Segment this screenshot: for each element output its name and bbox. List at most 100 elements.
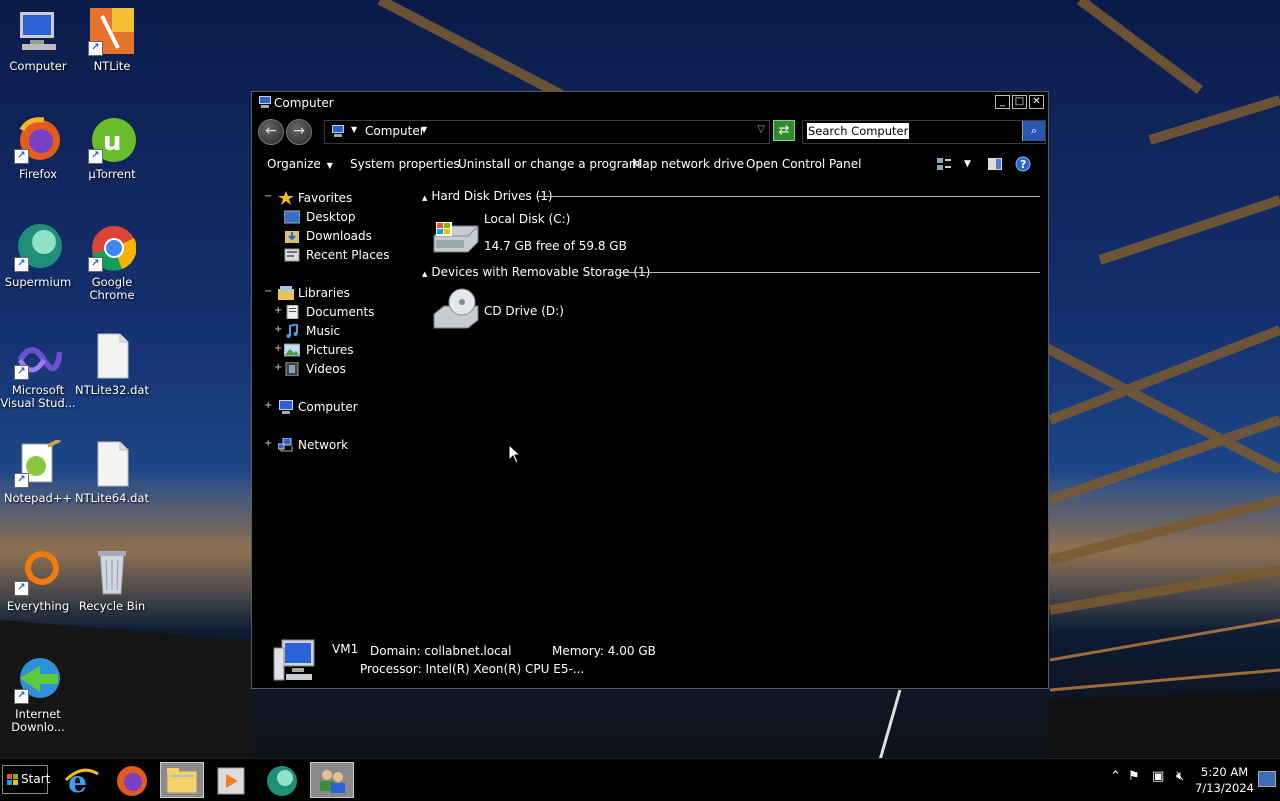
refresh-button[interactable]: ⇄ bbox=[773, 120, 795, 141]
search-input[interactable]: Search Computer bbox=[807, 123, 910, 139]
file-icon bbox=[88, 440, 136, 488]
help-icon[interactable]: ? bbox=[1015, 156, 1031, 172]
desktop-icon-computer[interactable]: Computer bbox=[0, 8, 76, 73]
taskbar: Start e ⌃ ⚑ ▣ 🔇︎ 5:20 AM 7/13/2024 bbox=[0, 758, 1280, 801]
system-properties-button[interactable]: System properties bbox=[350, 157, 460, 171]
view-options-chevron-icon[interactable]: ▼ bbox=[964, 159, 971, 169]
desktop-icon-supermium[interactable]: ↗ Supermium bbox=[0, 224, 76, 289]
shortcut-arrow-icon: ↗ bbox=[14, 257, 29, 272]
firefox-icon bbox=[117, 766, 147, 796]
desktop-icon-idm[interactable]: ↗ Internet Downlo... bbox=[0, 656, 76, 734]
shortcut-arrow-icon: ↗ bbox=[14, 365, 29, 380]
taskbar-firefox[interactable] bbox=[110, 762, 154, 798]
show-hidden-icons-icon[interactable]: ⌃ bbox=[1110, 769, 1121, 784]
expand-icon[interactable]: + bbox=[274, 324, 284, 335]
expand-icon[interactable]: + bbox=[264, 438, 274, 449]
forward-button[interactable]: → bbox=[286, 119, 312, 145]
breadcrumb-chevron-icon[interactable]: ▼ bbox=[421, 125, 427, 134]
computer-icon bbox=[332, 125, 344, 137]
collapse-icon[interactable]: − bbox=[264, 191, 274, 202]
taskbar-supermium[interactable] bbox=[260, 762, 304, 798]
address-dropdown-icon[interactable]: ▽ bbox=[757, 124, 765, 135]
collapse-icon[interactable]: − bbox=[264, 286, 274, 297]
open-control-panel-button[interactable]: Open Control Panel bbox=[746, 157, 861, 171]
action-center-flag-icon[interactable]: ⚑ bbox=[1128, 769, 1140, 784]
downloads-folder-icon bbox=[285, 231, 299, 243]
clock-date: 7/13/2024 bbox=[1195, 781, 1254, 795]
memory-info: Memory: 4.00 GB bbox=[552, 644, 656, 658]
network-tray-icon[interactable]: ▣ bbox=[1152, 769, 1164, 784]
hard-drive-icon bbox=[433, 222, 479, 253]
documents-icon bbox=[286, 305, 299, 319]
utorrent-icon: u ↗ bbox=[88, 116, 136, 164]
command-bar: Organize ▼ System properties Uninstall or… bbox=[252, 152, 1048, 176]
uninstall-program-button[interactable]: Uninstall or change a program bbox=[458, 157, 641, 171]
shortcut-arrow-icon: ↗ bbox=[14, 581, 29, 596]
breadcrumb-computer[interactable]: Computer bbox=[365, 124, 425, 138]
desktop-icon-ntlite64-dat[interactable]: NTLite64.dat bbox=[74, 440, 150, 505]
search-box[interactable]: Search Computer ⌕ bbox=[802, 120, 1046, 144]
chrome-icon: ↗ bbox=[88, 224, 137, 272]
svg-text:?: ? bbox=[1020, 158, 1026, 171]
details-pane: VM1 Domain: collabnet.local Memory: 4.00… bbox=[252, 632, 1048, 688]
breadcrumb-chevron-icon[interactable]: ▼ bbox=[351, 125, 357, 134]
shortcut-arrow-icon: ↗ bbox=[14, 149, 29, 164]
folder-icon bbox=[166, 768, 198, 794]
organize-menu[interactable]: Organize ▼ bbox=[267, 157, 333, 171]
volume-muted-icon[interactable]: 🔇︎ bbox=[1176, 769, 1184, 784]
taskbar-explorer[interactable] bbox=[160, 762, 204, 798]
maximize-button[interactable]: □ bbox=[1012, 95, 1027, 109]
back-button[interactable]: ← bbox=[258, 119, 284, 145]
windows-logo-icon bbox=[7, 774, 18, 785]
taskbar-user-accounts[interactable] bbox=[310, 762, 354, 798]
desktop-icon-visual-studio[interactable]: ↗ Microsoft Visual Stud... bbox=[0, 332, 76, 410]
taskbar-internet-explorer[interactable]: e bbox=[60, 762, 104, 800]
mouse-cursor-icon bbox=[508, 444, 522, 464]
map-network-drive-button[interactable]: Map network drive bbox=[632, 157, 744, 171]
explorer-window[interactable]: Computer _ □ ✕ ← → ▼ Computer ▼ ▽ ⇄ Sear… bbox=[251, 91, 1049, 689]
desktop-icon-firefox[interactable]: ↗ Firefox bbox=[0, 116, 76, 181]
visual-studio-icon: ↗ bbox=[14, 332, 63, 380]
expand-icon[interactable]: + bbox=[274, 305, 284, 316]
videos-icon bbox=[285, 362, 299, 376]
desktop-icon-recycle-bin[interactable]: Recycle Bin bbox=[74, 548, 150, 613]
desktop-icon-everything[interactable]: ↗ Everything bbox=[0, 548, 76, 613]
clock-time: 5:20 AM bbox=[1200, 765, 1249, 779]
desktop-icon-notepadpp[interactable]: ↗ Notepad++ bbox=[0, 438, 76, 505]
expand-icon[interactable]: + bbox=[274, 362, 284, 373]
computer-icon bbox=[14, 8, 62, 56]
svg-text:u: u bbox=[103, 127, 122, 157]
desktop-icon-utorrent[interactable]: u ↗ µTorrent bbox=[74, 116, 150, 181]
preview-pane-icon[interactable] bbox=[987, 156, 1003, 172]
desktop-icon-ntlite[interactable]: ↗ NTLite bbox=[74, 8, 150, 73]
recent-places-icon bbox=[284, 248, 300, 262]
group-divider bbox=[619, 272, 1040, 273]
desktop-icon-ntlite32-dat[interactable]: NTLite32.dat bbox=[74, 332, 150, 397]
media-player-icon bbox=[217, 767, 245, 795]
address-bar[interactable]: ▼ Computer ▼ ▽ bbox=[324, 120, 770, 144]
group-header-hard-disk-drives[interactable]: ▲ Hard Disk Drives (1) bbox=[422, 189, 553, 203]
system-clock[interactable]: 5:20 AM 7/13/2024 bbox=[1195, 764, 1254, 796]
supermium-icon bbox=[267, 766, 297, 796]
shortcut-arrow-icon: ↗ bbox=[88, 257, 103, 272]
computer-icon bbox=[279, 400, 293, 414]
shortcut-arrow-icon: ↗ bbox=[14, 689, 29, 704]
search-icon[interactable]: ⌕ bbox=[1022, 121, 1045, 141]
start-button[interactable]: Start bbox=[2, 765, 50, 794]
title-bar[interactable]: Computer _ □ ✕ bbox=[252, 92, 1048, 114]
expand-icon[interactable]: + bbox=[274, 343, 284, 354]
show-desktop-button[interactable] bbox=[1258, 771, 1276, 787]
star-icon bbox=[278, 191, 294, 205]
group-header-removable-storage[interactable]: ▲ Devices with Removable Storage (1) bbox=[422, 265, 650, 279]
taskbar-media-player[interactable] bbox=[210, 762, 254, 798]
desktop-icon-chrome[interactable]: ↗ Google Chrome bbox=[74, 224, 150, 302]
expand-icon[interactable]: + bbox=[264, 400, 274, 411]
supermium-icon: ↗ bbox=[14, 224, 62, 272]
minimize-button[interactable]: _ bbox=[995, 95, 1010, 109]
change-view-icon[interactable] bbox=[936, 156, 952, 172]
address-row: ← → ▼ Computer ▼ ▽ ⇄ Search Computer ⌕ bbox=[256, 118, 1046, 146]
close-button[interactable]: ✕ bbox=[1029, 95, 1044, 109]
shortcut-arrow-icon: ↗ bbox=[14, 473, 29, 488]
notepadpp-icon: ↗ bbox=[14, 438, 62, 488]
computer-name: VM1 bbox=[332, 642, 359, 656]
